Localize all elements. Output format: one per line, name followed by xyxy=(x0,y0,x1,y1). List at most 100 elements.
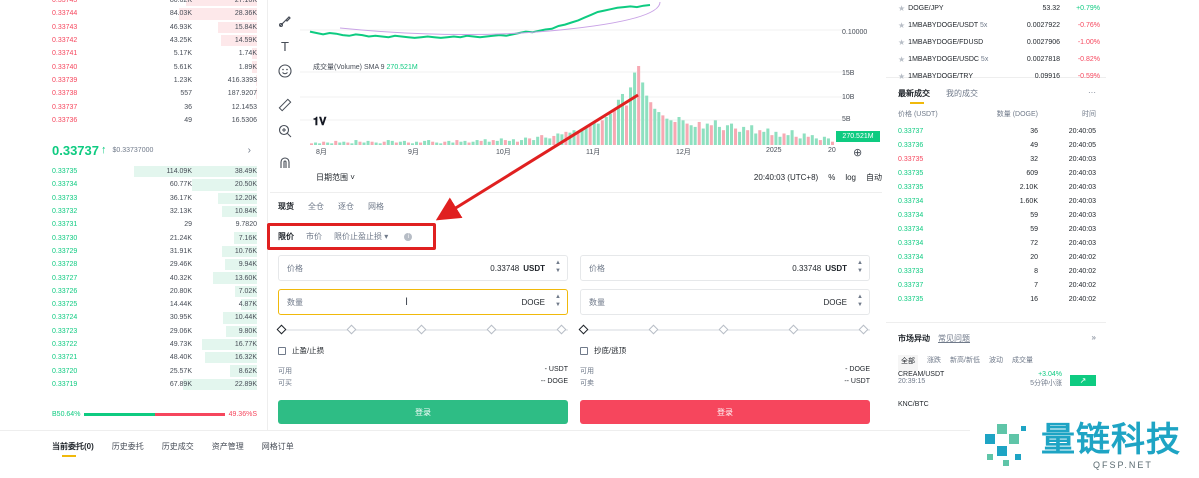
slider-mark[interactable] xyxy=(718,324,729,335)
stepper-icon[interactable]: ▲ ▼ xyxy=(553,259,563,277)
bid-row[interactable]: 0.33729 31.91K 10.76K xyxy=(0,245,267,258)
checkbox-icon[interactable] xyxy=(278,346,286,355)
ask-total: 187.9207 xyxy=(227,90,257,98)
ask-row[interactable]: 0.33743 46.93K 15.84K xyxy=(0,21,267,34)
slider-mark[interactable] xyxy=(788,324,799,335)
ask-row[interactable]: 0.33740 5.61K 1.89K xyxy=(0,60,267,73)
bid-row[interactable]: 0.33733 36.17K 12.20K xyxy=(0,192,267,205)
bid-row[interactable]: 0.33722 49.73K 16.77K xyxy=(0,338,267,351)
volume-bar xyxy=(766,128,770,145)
slider-mark[interactable] xyxy=(346,324,357,335)
emoji-icon[interactable] xyxy=(276,64,294,82)
stepper-icon[interactable]: ▲ ▼ xyxy=(855,293,865,311)
bid-row[interactable]: 0.33728 29.46K 9.94K xyxy=(0,258,267,271)
sell-bottom-top-checkbox[interactable]: 抄底/逃顶 xyxy=(580,345,870,356)
ask-total: 1.74K xyxy=(238,50,257,58)
brush-icon[interactable] xyxy=(276,14,294,32)
slider-mark[interactable] xyxy=(416,324,427,335)
tab-assets[interactable]: 资产管理 xyxy=(212,431,244,478)
collapse-icon[interactable]: » xyxy=(1092,333,1096,349)
star-icon[interactable]: ★ xyxy=(898,55,905,64)
bid-row[interactable]: 0.33730 21.24K 7.16K xyxy=(0,231,267,244)
auto-scale-toggle[interactable]: 自动 xyxy=(866,172,882,183)
bid-row[interactable]: 0.33720 25.57K 8.62K xyxy=(0,364,267,377)
tab-volume[interactable]: 成交量 xyxy=(1012,355,1033,371)
ask-row[interactable]: 0.33744 84.03K 28.36K xyxy=(0,7,267,20)
price-chart[interactable] xyxy=(300,0,880,165)
stepper-icon[interactable]: ▲ ▼ xyxy=(553,293,563,311)
tab-trade-history[interactable]: 历史成交 xyxy=(162,431,194,478)
bid-row[interactable]: 0.33734 60.77K 20.50K xyxy=(0,178,267,191)
slider-handle[interactable] xyxy=(276,324,287,335)
bid-row[interactable]: 0.33721 48.40K 16.32K xyxy=(0,351,267,364)
ask-row[interactable]: 0.33738 557 187.9207 xyxy=(0,87,267,100)
tab-all[interactable]: 全部 xyxy=(898,355,918,371)
tab-high-low[interactable]: 新高/新低 xyxy=(950,355,980,371)
bid-row[interactable]: 0.33727 40.32K 13.60K xyxy=(0,271,267,284)
buy-login-button[interactable]: 登录 xyxy=(278,400,568,424)
buy-amount-slider[interactable] xyxy=(276,323,568,337)
tab-my-trades[interactable]: 我的成交 xyxy=(946,88,978,104)
star-icon[interactable]: ★ xyxy=(898,21,905,30)
ask-row[interactable]: 0.33741 5.17K 1.74K xyxy=(0,47,267,60)
tab-open-orders[interactable]: 当前委托(0) xyxy=(52,431,94,478)
log-scale-toggle[interactable]: log xyxy=(845,173,856,182)
tab-isolated-margin[interactable]: 逐仓 xyxy=(338,201,354,212)
sell-login-button[interactable]: 登录 xyxy=(580,400,870,424)
buy-price-input[interactable]: 价格 0.33748 USDT ▲ ▼ xyxy=(278,255,568,281)
faq-link[interactable]: 常见问题 xyxy=(938,333,970,349)
bid-row[interactable]: 0.33731 29 9.7820 xyxy=(0,218,267,231)
tab-spot[interactable]: 现货 xyxy=(278,201,294,212)
ruler-icon[interactable] xyxy=(276,98,294,116)
mover-row[interactable]: CREAM/USDT 20:39:15 +3.04% 5分钟小涨 ↗ xyxy=(886,371,1106,401)
bid-row[interactable]: 0.33735 114.09K 38.49K xyxy=(0,165,267,178)
bid-row[interactable]: 0.33724 30.95K 10.44K xyxy=(0,311,267,324)
tab-market-trades[interactable]: 最新成交 xyxy=(898,88,930,104)
slider-mark[interactable] xyxy=(556,324,567,335)
buy-tpsl-checkbox[interactable]: 止盈/止损 xyxy=(278,345,568,356)
star-icon[interactable]: ★ xyxy=(898,38,905,47)
star-icon[interactable]: ★ xyxy=(898,4,905,13)
tab-volatility[interactable]: 波动 xyxy=(989,355,1003,371)
ask-row[interactable]: 0.33736 49 16.5306 xyxy=(0,114,267,127)
buy-quantity-input[interactable]: 数量 I DOGE ▲ ▼ xyxy=(278,289,568,315)
volume-bar xyxy=(629,87,633,145)
slider-handle[interactable] xyxy=(578,324,589,335)
text-tool-icon[interactable]: T xyxy=(276,38,294,56)
tab-cross-margin[interactable]: 全仓 xyxy=(308,201,324,212)
tab-change[interactable]: 涨跌 xyxy=(927,355,941,371)
ask-row[interactable]: 0.33739 1.23K 416.3393 xyxy=(0,74,267,87)
bid-row[interactable]: 0.33726 20.80K 7.02K xyxy=(0,285,267,298)
bid-row[interactable]: 0.33723 29.06K 9.80K xyxy=(0,325,267,338)
pair-row[interactable]: ★ DOGE/JPY 53.32 +0.79% xyxy=(886,0,1106,17)
date-range-selector[interactable]: 日期范围 ˅ xyxy=(316,172,355,183)
sell-price-input[interactable]: 价格 0.33748 USDT ▲ ▼ xyxy=(580,255,870,281)
stepper-icon[interactable]: ▲ ▼ xyxy=(855,259,865,277)
ask-row[interactable]: 0.33745 80.62K 27.16K xyxy=(0,0,267,7)
bid-row[interactable]: 0.33719 67.89K 22.89K xyxy=(0,378,267,391)
chart-canvas[interactable] xyxy=(300,0,845,160)
tab-grid[interactable]: 网格 xyxy=(368,201,384,212)
more-icon[interactable]: ··· xyxy=(1088,88,1096,104)
last-price-row[interactable]: 0.33737 ↑ $0.33737000 › xyxy=(0,138,267,162)
tab-order-history[interactable]: 历史委托 xyxy=(112,431,144,478)
pair-row[interactable]: ★ 1MBABYDOGE/FDUSD 0.0027906 -1.00% xyxy=(886,34,1106,51)
tab-grid-orders[interactable]: 网格订单 xyxy=(262,431,294,478)
crosshair-icon[interactable]: ⊕ xyxy=(853,146,862,159)
sell-quantity-input[interactable]: 数量 DOGE ▲ ▼ xyxy=(580,289,870,315)
checkbox-icon[interactable] xyxy=(580,346,588,355)
chevron-right-icon[interactable]: › xyxy=(248,145,251,156)
zoom-in-icon[interactable] xyxy=(276,124,294,142)
magnet-icon[interactable] xyxy=(276,156,294,174)
pair-row[interactable]: ★ 1MBABYDOGE/USDC 5x 0.0027818 -0.82% xyxy=(886,51,1106,68)
bid-row[interactable]: 0.33725 14.44K 4.87K xyxy=(0,298,267,311)
ask-row[interactable]: 0.33737 36 12.1453 xyxy=(0,100,267,113)
percent-scale-toggle[interactable]: % xyxy=(828,173,835,182)
pair-row[interactable]: ★ 1MBABYDOGE/USDT 5x 0.0027922 -0.76% xyxy=(886,17,1106,34)
sell-amount-slider[interactable] xyxy=(578,323,870,337)
slider-mark[interactable] xyxy=(858,324,869,335)
slider-mark[interactable] xyxy=(486,324,497,335)
slider-mark[interactable] xyxy=(648,324,659,335)
ask-row[interactable]: 0.33742 43.25K 14.59K xyxy=(0,34,267,47)
bid-row[interactable]: 0.33732 32.13K 10.84K xyxy=(0,205,267,218)
